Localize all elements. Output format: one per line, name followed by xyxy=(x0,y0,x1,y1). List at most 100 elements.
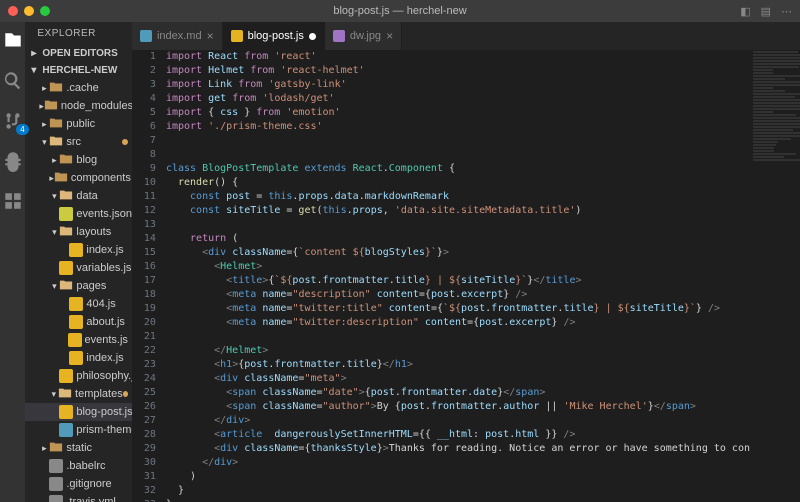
js-file-icon xyxy=(59,405,73,419)
folder-item[interactable]: ▾layouts xyxy=(25,223,132,241)
file-item[interactable]: blog-post.js xyxy=(25,403,132,421)
code-line[interactable]: import { css } from 'emotion' xyxy=(166,106,750,120)
chevron-down-icon: ▾ xyxy=(39,137,49,148)
folder-item[interactable]: ▸public xyxy=(25,115,132,133)
code-line[interactable] xyxy=(166,330,750,344)
minimap[interactable] xyxy=(750,50,800,502)
code-line[interactable]: </Helmet> xyxy=(166,344,750,358)
file-label: components xyxy=(71,172,131,184)
file-label: src xyxy=(66,136,81,148)
explorer-title: EXPLORER xyxy=(25,22,132,45)
code-line[interactable]: <span className="author">By {post.frontm… xyxy=(166,400,750,414)
extensions-icon[interactable] xyxy=(2,190,24,212)
code-line[interactable]: <meta name="twitter:title" content={`${p… xyxy=(166,302,750,316)
maximize-window-icon[interactable] xyxy=(40,6,50,16)
code-editor[interactable]: 1234567891011121314151617181920212223242… xyxy=(132,50,800,502)
code-line[interactable] xyxy=(166,134,750,148)
project-label: HERCHEL-NEW xyxy=(42,65,117,76)
md-file-icon xyxy=(140,30,152,42)
code-line[interactable]: <meta name="description" content={post.e… xyxy=(166,288,750,302)
file-item[interactable]: variables.js xyxy=(25,259,132,277)
code-line[interactable]: import './prism-theme.css' xyxy=(166,120,750,134)
file-file-icon xyxy=(49,459,63,473)
code-line[interactable]: <div className={thanksStyle}>Thanks for … xyxy=(166,442,750,456)
code-line[interactable]: <Helmet> xyxy=(166,260,750,274)
editor-tabs: index.md× blog-post.js dw.jpg× xyxy=(132,22,800,50)
file-file-icon xyxy=(49,495,63,502)
folder-item[interactable]: ▸components xyxy=(25,169,132,187)
tab-label: blog-post.js xyxy=(248,30,304,42)
code-line[interactable]: <span className="date">{post.frontmatter… xyxy=(166,386,750,400)
file-item[interactable]: events.js xyxy=(25,331,132,349)
code-line[interactable]: return ( xyxy=(166,232,750,246)
open-editors-section[interactable]: ▸ OPEN EDITORS xyxy=(25,45,132,62)
folder-item[interactable]: ▾templates xyxy=(25,385,132,403)
code-line[interactable]: <h1>{post.frontmatter.title}</h1> xyxy=(166,358,750,372)
js-file-icon xyxy=(59,369,73,383)
code-line[interactable]: <article dangerouslySetInnerHTML={{ __ht… xyxy=(166,428,750,442)
close-tab-icon[interactable]: × xyxy=(207,29,214,43)
code-line[interactable]: render() { xyxy=(166,176,750,190)
code-line[interactable]: import get from 'lodash/get' xyxy=(166,92,750,106)
code-line[interactable]: </div> xyxy=(166,456,750,470)
file-item[interactable]: .gitignore xyxy=(25,475,132,493)
code-line[interactable]: import React from 'react' xyxy=(166,50,750,64)
code-line[interactable]: const siteTitle = get(this.props, 'data.… xyxy=(166,204,750,218)
code-line[interactable] xyxy=(166,218,750,232)
code-line[interactable]: import Helmet from 'react-helmet' xyxy=(166,64,750,78)
project-section[interactable]: ▾ HERCHEL-NEW xyxy=(25,62,132,79)
layout-sidebar-icon[interactable]: ◧ xyxy=(740,5,750,18)
close-tab-icon[interactable]: × xyxy=(386,29,393,43)
debug-icon[interactable] xyxy=(2,150,24,172)
code-line[interactable]: <meta name="twitter:description" content… xyxy=(166,316,750,330)
file-item[interactable]: philosophy.js xyxy=(25,367,132,385)
code-line[interactable] xyxy=(166,148,750,162)
close-window-icon[interactable] xyxy=(8,6,18,16)
chevron-right-icon: ▸ xyxy=(39,443,49,454)
code-line[interactable]: class BlogPostTemplate extends React.Com… xyxy=(166,162,750,176)
code-line[interactable]: import Link from 'gatsby-link' xyxy=(166,78,750,92)
chevron-down-icon: ▾ xyxy=(49,191,59,202)
folder-item[interactable]: ▸.cache xyxy=(25,79,132,97)
search-icon[interactable] xyxy=(2,70,24,92)
file-label: blog-post.js xyxy=(76,406,132,418)
folder-item[interactable]: ▾ data xyxy=(25,187,132,205)
code-content[interactable]: import React from 'react'import Helmet f… xyxy=(166,50,750,502)
explorer-icon[interactable] xyxy=(2,30,24,52)
folder-item[interactable]: ▾pages xyxy=(25,277,132,295)
json-file-icon xyxy=(59,207,73,221)
folder-icon xyxy=(49,440,66,457)
split-editor-icon[interactable]: ▤ xyxy=(761,5,771,18)
file-item[interactable]: events.json xyxy=(25,205,132,223)
file-label: data xyxy=(76,190,97,202)
code-line[interactable]: </div> xyxy=(166,414,750,428)
file-item[interactable]: about.js xyxy=(25,313,132,331)
code-line[interactable]: ) xyxy=(166,470,750,484)
folder-item[interactable]: ▾ src xyxy=(25,133,132,151)
code-line[interactable]: <div className="meta"> xyxy=(166,372,750,386)
folder-item[interactable]: ▸blog xyxy=(25,151,132,169)
more-icon[interactable]: ⋯ xyxy=(781,5,792,18)
editor-tab[interactable]: dw.jpg× xyxy=(325,22,402,50)
file-item[interactable]: .travis.yml xyxy=(25,493,132,502)
code-line[interactable]: <div className={`content ${blogStyles}`}… xyxy=(166,246,750,260)
code-line[interactable]: const post = this.props.data.markdownRem… xyxy=(166,190,750,204)
file-item[interactable]: index.js xyxy=(25,241,132,259)
file-item[interactable]: index.js xyxy=(25,349,132,367)
code-line[interactable]: <title>{`${post.frontmatter.title} | ${s… xyxy=(166,274,750,288)
code-line[interactable]: } xyxy=(166,484,750,498)
code-line[interactable]: } xyxy=(166,498,750,502)
file-item[interactable]: prism-theme.css xyxy=(25,421,132,439)
chevron-down-icon: ▾ xyxy=(49,281,59,292)
folder-open-icon xyxy=(59,188,76,205)
folder-item[interactable]: ▸static xyxy=(25,439,132,457)
minimize-window-icon[interactable] xyxy=(24,6,34,16)
editor-tab[interactable]: index.md× xyxy=(132,22,223,50)
folder-item[interactable]: ▸node_modules xyxy=(25,97,132,115)
chevron-down-icon: ▾ xyxy=(49,389,58,400)
file-item[interactable]: .babelrc xyxy=(25,457,132,475)
file-label: variables.js xyxy=(76,262,131,274)
file-item[interactable]: 404.js xyxy=(25,295,132,313)
source-control-icon[interactable] xyxy=(2,110,24,132)
editor-tab[interactable]: blog-post.js xyxy=(223,22,325,50)
